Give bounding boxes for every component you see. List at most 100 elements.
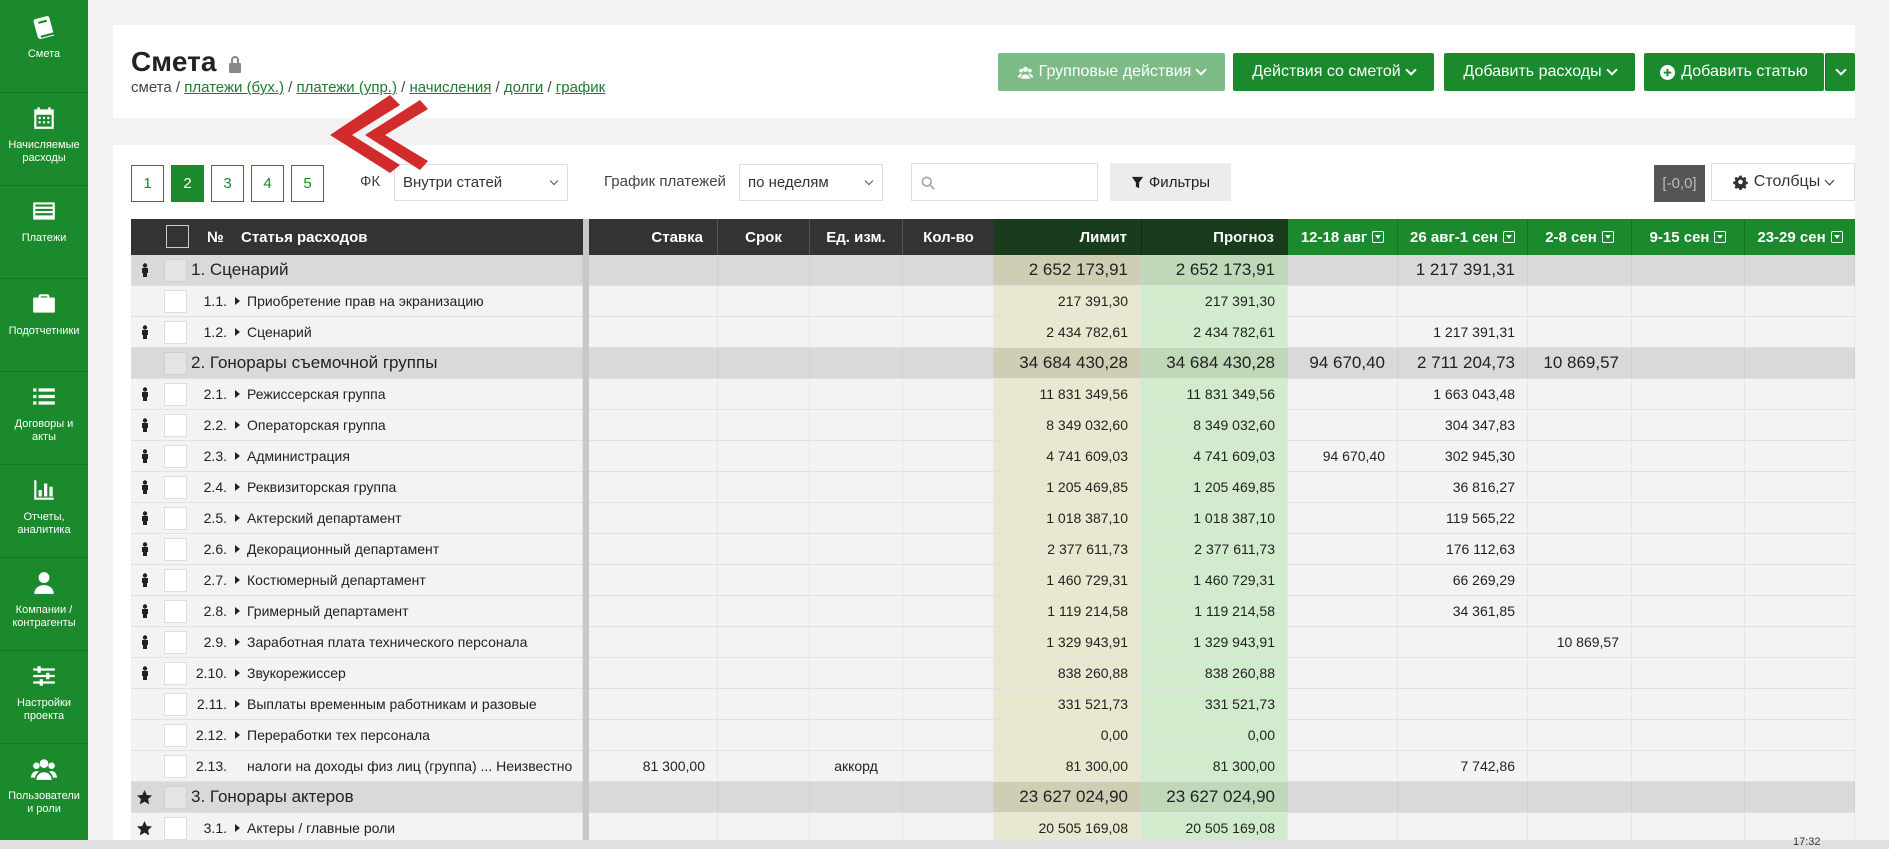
week-cell[interactable]: 1 663 043,48	[1398, 379, 1528, 409]
expand-caret-icon[interactable]	[235, 514, 240, 522]
week-cell[interactable]	[1632, 379, 1745, 409]
term-cell[interactable]	[718, 410, 810, 440]
table-row[interactable]: 2.13. налоги на доходы физ лиц (группа) .…	[131, 751, 1855, 782]
table-row[interactable]: 2.9. Заработная плата технического персон…	[131, 627, 1855, 658]
expand-caret-icon[interactable]	[235, 545, 240, 553]
person-icon[interactable]	[139, 511, 151, 525]
sidebar-item-users[interactable]: Пользователи и роли	[0, 744, 88, 837]
expand-caret-icon[interactable]	[235, 390, 240, 398]
row-checkbox[interactable]	[164, 258, 187, 282]
header-rate[interactable]: Ставка	[589, 219, 718, 255]
header-week-3[interactable]: 2-8 сен	[1528, 219, 1632, 255]
week-cell[interactable]	[1288, 596, 1398, 626]
row-name-cell[interactable]: Режиссерская группа	[231, 379, 583, 409]
week-cell[interactable]	[1745, 472, 1855, 502]
row-checkbox[interactable]	[164, 444, 187, 468]
unit-cell[interactable]: аккорд	[810, 751, 903, 781]
week-cell[interactable]	[1528, 379, 1632, 409]
row-checkbox[interactable]	[164, 382, 187, 406]
week-cell[interactable]	[1632, 534, 1745, 564]
week-cell[interactable]	[1288, 286, 1398, 316]
week-cell[interactable]	[1288, 472, 1398, 502]
week-cell[interactable]	[1528, 596, 1632, 626]
row-checkbox[interactable]	[164, 630, 187, 654]
week-cell[interactable]	[1745, 503, 1855, 533]
unit-cell[interactable]	[810, 782, 903, 812]
header-unit[interactable]: Ед. изм.	[810, 219, 903, 255]
add-item-dropdown-button[interactable]	[1825, 53, 1855, 91]
week-cell[interactable]	[1745, 720, 1855, 750]
forecast-cell[interactable]: 8 349 032,60	[1141, 410, 1288, 440]
column-resize-handle[interactable]	[583, 219, 589, 849]
header-forecast[interactable]: Прогноз	[1141, 219, 1288, 255]
week-cell[interactable]	[1632, 255, 1745, 285]
week-cell[interactable]	[1288, 255, 1398, 285]
forecast-cell[interactable]: 20 505 169,08	[1141, 813, 1288, 843]
week-cell[interactable]	[1528, 720, 1632, 750]
expand-caret-icon[interactable]	[235, 576, 240, 584]
week-cell[interactable]	[1288, 379, 1398, 409]
row-name-cell[interactable]: Заработная плата технического персонала	[231, 627, 583, 657]
week-cell[interactable]	[1632, 782, 1745, 812]
sidebar-item-accountables[interactable]: Подотчетники	[0, 279, 88, 372]
table-row[interactable]: 2.4. Реквизиторская группа 1 205 469,85 1 2…	[131, 472, 1855, 503]
week-cell[interactable]	[1632, 720, 1745, 750]
header-week-5[interactable]: 23-29 сен	[1745, 219, 1855, 255]
table-row[interactable]: 2.6. Декорационный департамент 2 377 611,7…	[131, 534, 1855, 565]
person-icon[interactable]	[139, 387, 151, 401]
forecast-cell[interactable]: 1 329 943,91	[1141, 627, 1288, 657]
expand-caret-icon[interactable]	[235, 700, 240, 708]
horizontal-scrollbar[interactable]	[0, 840, 1889, 849]
week-cell[interactable]	[1398, 286, 1528, 316]
week-cell[interactable]: 1 217 391,31	[1398, 255, 1528, 285]
week-cell[interactable]	[1288, 720, 1398, 750]
rate-cell[interactable]	[589, 286, 718, 316]
term-cell[interactable]	[718, 255, 810, 285]
week-cell[interactable]	[1528, 751, 1632, 781]
term-cell[interactable]	[718, 534, 810, 564]
week-cell[interactable]	[1528, 503, 1632, 533]
week-cell[interactable]	[1528, 255, 1632, 285]
week-cell[interactable]	[1745, 627, 1855, 657]
week-cell[interactable]	[1745, 410, 1855, 440]
unit-cell[interactable]	[810, 286, 903, 316]
qty-cell[interactable]	[903, 348, 994, 378]
rate-cell[interactable]	[589, 813, 718, 843]
unit-cell[interactable]	[810, 255, 903, 285]
table-row[interactable]: 2.12. Переработки тех персонала 0,00 0,00	[131, 720, 1855, 751]
term-cell[interactable]	[718, 658, 810, 688]
row-checkbox[interactable]	[164, 506, 187, 530]
header-week-1[interactable]: 12-18 авг	[1288, 219, 1398, 255]
week-cell[interactable]: 302 945,30	[1398, 441, 1528, 471]
unit-cell[interactable]	[810, 410, 903, 440]
unit-cell[interactable]	[810, 596, 903, 626]
breadcrumb-link-debts[interactable]: долги	[504, 79, 543, 96]
header-term[interactable]: Срок	[718, 219, 810, 255]
row-name-cell[interactable]: Актеры / главные роли	[231, 813, 583, 843]
week-cell[interactable]: 66 269,29	[1398, 565, 1528, 595]
breadcrumb-link-payments-management[interactable]: платежи (упр.)	[297, 79, 397, 96]
limit-cell[interactable]: 1 018 387,10	[994, 503, 1141, 533]
person-icon[interactable]	[139, 449, 151, 463]
forecast-cell[interactable]: 2 652 173,91	[1141, 255, 1288, 285]
week-cell[interactable]	[1632, 813, 1745, 843]
qty-cell[interactable]	[903, 751, 994, 781]
row-checkbox[interactable]	[164, 661, 187, 685]
week-cell[interactable]	[1632, 596, 1745, 626]
week-cell[interactable]	[1288, 503, 1398, 533]
term-cell[interactable]	[718, 286, 810, 316]
limit-cell[interactable]: 1 205 469,85	[994, 472, 1141, 502]
week-cell[interactable]	[1745, 751, 1855, 781]
row-name-cell[interactable]: Переработки тех персонала	[231, 720, 583, 750]
qty-cell[interactable]	[903, 379, 994, 409]
add-item-button[interactable]: Добавить статью	[1644, 53, 1824, 91]
row-checkbox[interactable]	[164, 537, 187, 561]
qty-cell[interactable]	[903, 658, 994, 688]
rate-cell[interactable]	[589, 348, 718, 378]
week-cell[interactable]	[1745, 348, 1855, 378]
week-cell[interactable]	[1398, 782, 1528, 812]
term-cell[interactable]	[718, 441, 810, 471]
row-checkbox[interactable]	[164, 692, 187, 716]
table-row[interactable]: 2.5. Актерский департамент 1 018 387,10 1 0…	[131, 503, 1855, 534]
week-cell[interactable]	[1745, 379, 1855, 409]
